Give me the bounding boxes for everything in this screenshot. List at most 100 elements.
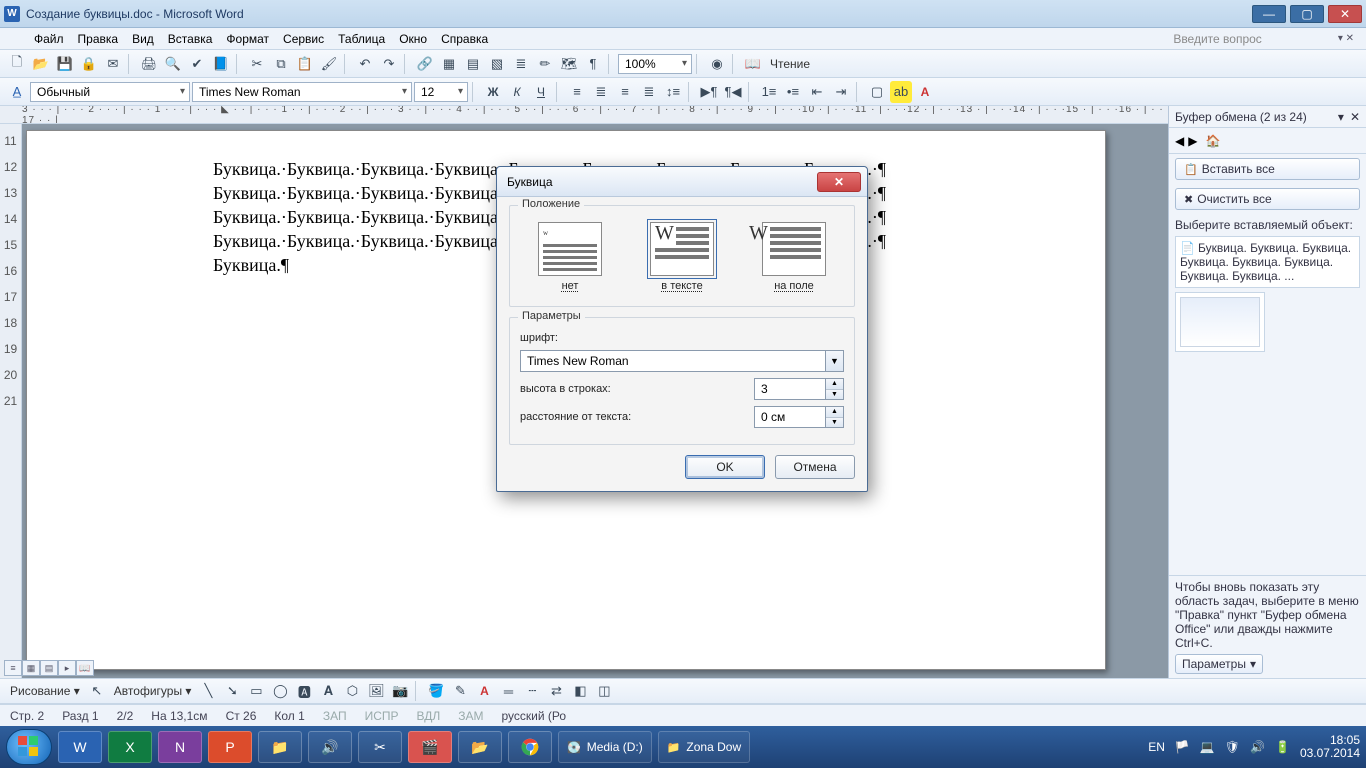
clipboard-item-image[interactable] [1175,292,1265,352]
spin-down-icon[interactable]: ▼ [826,390,843,400]
menu-table[interactable]: Таблица [332,30,391,48]
redo-button[interactable]: ↷ [378,53,400,75]
email-button[interactable]: ✉ [102,53,124,75]
open-button[interactable]: 📂 [30,53,52,75]
menu-help[interactable]: Справка [435,30,494,48]
rectangle-shape-button[interactable]: ▭ [245,680,267,702]
position-dropped-option[interactable]: W в тексте [644,218,720,296]
taskbar-onenote-icon[interactable]: N [158,731,202,763]
print-preview-button[interactable]: 🔍 [162,53,184,75]
permissions-button[interactable]: 🔒 [78,53,100,75]
clipboard-item-text[interactable]: 📄 Буквица. Буквица. Буквица. Буквица. Бу… [1175,236,1360,288]
tray-keyboard-layout[interactable]: EN [1148,740,1165,754]
show-formatting-button[interactable]: ¶ [582,53,604,75]
line-style-button[interactable]: ═ [497,680,519,702]
select-objects-button[interactable]: ↖ [86,680,108,702]
position-margin-option[interactable]: W на поле [756,218,832,296]
font-color-button[interactable]: A [914,81,936,103]
spin-up-icon[interactable]: ▲ [826,407,843,418]
taskpane-close-icon[interactable]: ✕ [1350,110,1360,124]
textbox-button[interactable]: 🅰 [293,680,315,702]
style-select[interactable]: Обычный [30,82,190,102]
vertical-ruler[interactable]: 1112131415161718192021 [0,124,22,678]
ltr-button[interactable]: ▶¶ [698,81,720,103]
print-button[interactable]: 🖨 [138,53,160,75]
fill-color-button[interactable]: 🪣 [425,680,447,702]
clipart-button[interactable]: 🖼 [365,680,387,702]
lines-spinner[interactable]: 3 ▲▼ [754,378,844,400]
rtl-button[interactable]: ¶◀ [722,81,744,103]
bullets-button[interactable]: •≡ [782,81,804,103]
spin-down-icon[interactable]: ▼ [826,418,843,428]
taskpane-home-icon[interactable]: 🏠 [1205,134,1220,148]
undo-button[interactable]: ↶ [354,53,376,75]
taskbar-powerpoint-icon[interactable]: P [208,731,252,763]
line-shape-button[interactable]: ╲ [197,680,219,702]
reading-layout-button[interactable]: Чтение [766,57,814,71]
menu-file[interactable]: Файл [28,30,70,48]
line-spacing-button[interactable]: ↕≡ [662,81,684,103]
align-right-button[interactable]: ≡ [614,81,636,103]
align-center-button[interactable]: ≣ [590,81,612,103]
menu-view[interactable]: Вид [126,30,160,48]
arrow-style-button[interactable]: ⇄ [545,680,567,702]
cancel-button[interactable]: Отмена [775,455,855,479]
styles-pane-button[interactable]: A̲ [6,81,28,103]
font-select[interactable]: Times New Roman [192,82,412,102]
arrow-shape-button[interactable]: ➘ [221,680,243,702]
tray-network-icon[interactable]: 💻 [1200,740,1215,754]
reading-layout-icon[interactable]: 📖 [742,53,764,75]
status-track[interactable]: ИСПР [365,709,399,723]
align-left-button[interactable]: ≡ [566,81,588,103]
clear-all-button[interactable]: ✖ Очистить все [1175,188,1360,210]
print-layout-button[interactable]: ▤ [40,660,58,676]
menu-dropdown-icon[interactable]: ▾ ✕ [1332,31,1360,46]
taskbar-explorer-icon[interactable]: 📁 [258,731,302,763]
horizontal-ruler[interactable]: 3 · · · | · · · 2 · · · | · · · 1 · · · … [0,106,1168,124]
status-ovr[interactable]: ЗАМ [458,709,483,723]
taskbar-media-icon[interactable]: 🔊 [308,731,352,763]
font-color-draw-button[interactable]: A [473,680,495,702]
italic-button[interactable]: К [506,81,528,103]
taskbar-word-icon[interactable]: W [58,731,102,763]
status-ext[interactable]: ВДЛ [417,709,441,723]
menu-tools[interactable]: Сервис [277,30,330,48]
status-rec[interactable]: ЗАП [323,709,347,723]
outline-view-button[interactable]: ▸ [58,660,76,676]
font-size-select[interactable]: 12 [414,82,468,102]
save-button[interactable]: 💾 [54,53,76,75]
autoshapes-menu[interactable]: Автофигуры ▾ [110,684,196,698]
tray-date[interactable]: 03.07.2014 [1300,747,1360,760]
normal-view-button[interactable]: ≡ [4,660,22,676]
wordart-button[interactable]: 𝐀 [317,680,339,702]
status-language[interactable]: русский (Ро [502,709,567,723]
spin-up-icon[interactable]: ▲ [826,379,843,390]
bold-button[interactable]: Ж [482,81,504,103]
taskpane-dropdown-icon[interactable]: ▾ [1338,110,1344,124]
taskpane-forward-icon[interactable]: ▶ [1188,134,1197,148]
increase-indent-button[interactable]: ⇥ [830,81,852,103]
menu-window[interactable]: Окно [393,30,433,48]
reading-view-button[interactable]: 📖 [76,660,94,676]
3d-button[interactable]: ◫ [593,680,615,702]
highlight-button[interactable]: ab [890,81,912,103]
start-button[interactable] [6,729,52,765]
taskbar-chrome-icon[interactable] [508,731,552,763]
decrease-indent-button[interactable]: ⇤ [806,81,828,103]
tray-volume-icon[interactable]: 🔊 [1250,740,1265,754]
zoom-select[interactable]: 100% [618,54,692,74]
taskbar-app-icon[interactable]: 🎬 [408,731,452,763]
paste-button[interactable]: 📋 [294,53,316,75]
tray-security-icon[interactable]: 🛡 [1225,740,1240,754]
minimize-button[interactable]: — [1252,5,1286,23]
position-none-option[interactable]: w нет [532,218,608,296]
dialog-close-button[interactable]: ✕ [817,172,861,192]
distance-spinner[interactable]: 0 см ▲▼ [754,406,844,428]
taskbar-snipping-icon[interactable]: ✂ [358,731,402,763]
hyperlink-button[interactable]: 🔗 [414,53,436,75]
research-button[interactable]: 📘 [210,53,232,75]
help-button[interactable]: ◉ [706,53,728,75]
close-button[interactable]: ✕ [1328,5,1362,23]
diagram-button[interactable]: ⬡ [341,680,363,702]
format-painter-button[interactable]: 🖌 [318,53,340,75]
